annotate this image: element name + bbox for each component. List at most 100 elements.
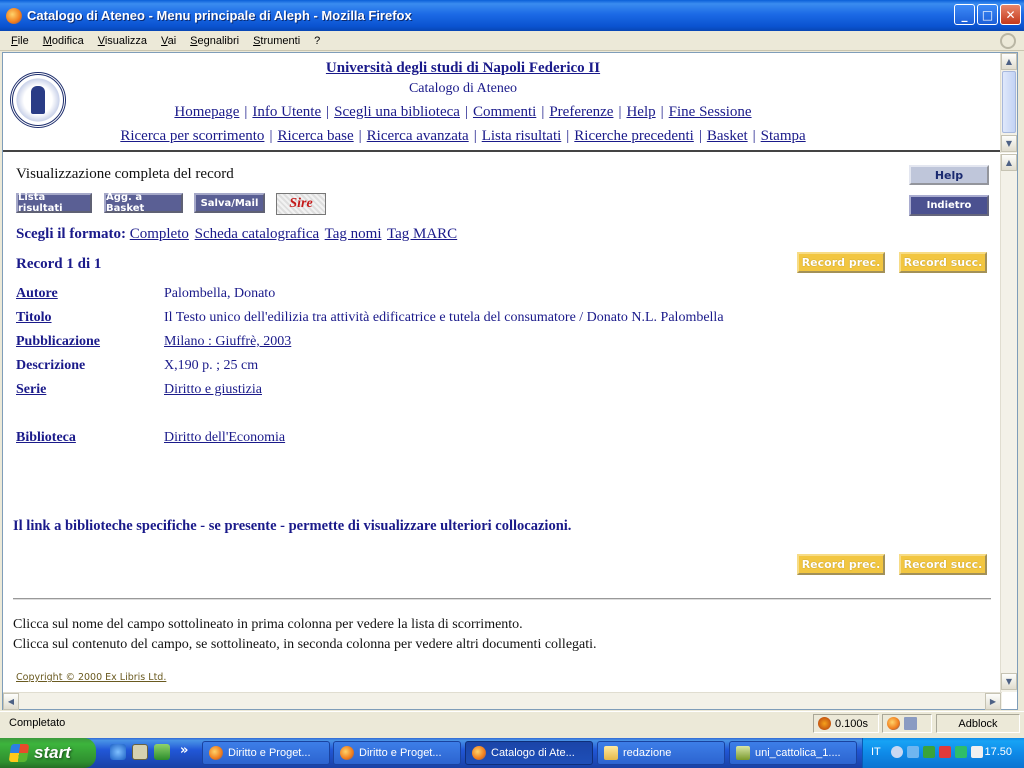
start-label: start <box>34 743 71 762</box>
menu-file[interactable]: File <box>4 35 36 47</box>
internet-explorer-icon[interactable] <box>110 744 126 760</box>
field-label-pubblicazione[interactable]: Pubblicazione <box>16 334 100 350</box>
timing-cell: 0.100s <box>813 714 879 733</box>
menu-help[interactable]: ? <box>307 35 327 47</box>
language-indicator[interactable]: IT <box>871 746 881 758</box>
firefox-icon <box>6 7 22 24</box>
media-player-icon[interactable] <box>132 744 148 760</box>
nav-ricerca-base[interactable]: Ricerca base <box>277 128 353 144</box>
task-label: redazione <box>623 747 672 759</box>
menu-visualizza[interactable]: Visualizza <box>91 35 154 47</box>
task-label: Diritto e Proget... <box>359 747 442 759</box>
maximize-button[interactable]: □ <box>977 4 998 25</box>
tray-expand-icon[interactable] <box>891 746 903 758</box>
nav-scegli-biblioteca[interactable]: Scegli una biblioteca <box>334 104 460 120</box>
task-diritto-1[interactable]: Diritto e Proget... <box>202 741 330 765</box>
nav-basket[interactable]: Basket <box>707 128 748 144</box>
firefox-icon <box>340 746 354 760</box>
network-icon[interactable] <box>907 746 919 758</box>
nav-fine-sessione[interactable]: Fine Sessione <box>669 104 752 120</box>
system-tray: IT 17.50 <box>862 738 1024 768</box>
task-uni-cattolica[interactable]: uni_cattolica_1.... <box>729 741 857 765</box>
field-value-pubblicazione[interactable]: Milano : Giuffrè, 2003 <box>164 334 291 350</box>
university-name-link[interactable]: Università degli studi di Napoli Federic… <box>3 60 923 77</box>
nav-preferenze[interactable]: Preferenze <box>549 104 613 120</box>
scroll-right-arrow-icon[interactable]: ▶ <box>985 693 1001 710</box>
minimize-button[interactable]: _ <box>954 4 975 25</box>
close-button[interactable]: ✕ <box>1000 4 1021 25</box>
security-icon[interactable] <box>923 746 935 758</box>
task-catalogo-active[interactable]: Catalogo di Ate... <box>465 741 593 765</box>
page-info-icon[interactable] <box>904 717 917 730</box>
scroll-down-arrow-icon[interactable]: ▼ <box>1001 135 1017 152</box>
copyright-link[interactable]: Copyright © 2000 Ex Libris Ltd. <box>16 672 166 683</box>
field-label-titolo[interactable]: Titolo <box>16 310 52 326</box>
menu-segnalibri[interactable]: Segnalibri <box>183 35 246 47</box>
format-tag-marc-link[interactable]: Tag MARC <box>387 226 457 242</box>
nav-separator: | <box>326 104 330 120</box>
field-label-biblioteca[interactable]: Biblioteca <box>16 430 76 446</box>
start-button[interactable]: start <box>0 738 96 768</box>
field-value-titolo: Il Testo unico dell'edilizia tra attivit… <box>164 310 724 325</box>
nav-stampa[interactable]: Stampa <box>761 128 806 144</box>
add-to-basket-button[interactable]: Agg. a Basket <box>104 192 183 214</box>
window-title-bar[interactable]: Catalogo di Ateneo - Menu principale di … <box>0 0 1024 31</box>
nav-separator: | <box>269 128 273 144</box>
quicklaunch-overflow-chevron-icon[interactable]: » <box>180 743 188 758</box>
monitor-icon[interactable] <box>971 746 983 758</box>
record-prev-button-top[interactable]: Record prec. <box>797 252 885 273</box>
record-frame: Visualizzazione completa del record List… <box>3 154 1001 692</box>
nav-commenti[interactable]: Commenti <box>473 104 536 120</box>
field-label-autore[interactable]: Autore <box>16 286 58 302</box>
sire-button[interactable]: Sire <box>276 193 326 215</box>
field-label-descrizione: Descrizione <box>16 358 86 373</box>
field-value-biblioteca[interactable]: Diritto dell'Economia <box>164 430 285 446</box>
nav-separator: | <box>752 128 756 144</box>
menu-bar: File Modifica Visualizza Vai Segnalibri … <box>0 31 1024 51</box>
lista-risultati-button[interactable]: Lista risultati <box>16 192 92 214</box>
scroll-down-arrow-icon[interactable]: ▼ <box>1001 673 1017 690</box>
volume-icon[interactable] <box>955 746 967 758</box>
record-next-button-top[interactable]: Record succ. <box>899 252 987 273</box>
menu-modifica[interactable]: Modifica <box>36 35 91 47</box>
nav-ricerca-scorrimento[interactable]: Ricerca per scorrimento <box>120 128 264 144</box>
nav-ricerche-precedenti[interactable]: Ricerche precedenti <box>574 128 694 144</box>
scroll-up-arrow-icon[interactable]: ▲ <box>1001 53 1017 70</box>
music-icon[interactable] <box>154 744 170 760</box>
nav-separator: | <box>698 128 702 144</box>
save-mail-button[interactable]: Salva/Mail <box>194 193 265 213</box>
record-next-button-bottom[interactable]: Record succ. <box>899 554 987 575</box>
header-scrollbar[interactable]: ▲ ▼ <box>1000 53 1017 153</box>
scroll-left-arrow-icon[interactable]: ◀ <box>3 693 19 710</box>
task-redazione[interactable]: redazione <box>597 741 725 765</box>
help-button[interactable]: Help <box>909 165 989 185</box>
horizontal-scrollbar[interactable]: ◀ ▶ <box>3 692 1002 710</box>
record-scrollbar[interactable]: ▲ ▼ <box>1000 154 1017 692</box>
nav-help[interactable]: Help <box>626 104 655 120</box>
image-file-icon <box>736 746 750 760</box>
nav-lista-risultati[interactable]: Lista risultati <box>482 128 562 144</box>
adblock-button[interactable]: Adblock <box>936 714 1020 733</box>
task-diritto-2[interactable]: Diritto e Proget... <box>333 741 461 765</box>
scroll-up-arrow-icon[interactable]: ▲ <box>1001 154 1017 171</box>
nav-homepage[interactable]: Homepage <box>174 104 239 120</box>
nav-info-utente[interactable]: Info Utente <box>252 104 321 120</box>
menu-vai[interactable]: Vai <box>154 35 183 47</box>
nav-separator: | <box>464 104 468 120</box>
nav-ricerca-avanzata[interactable]: Ricerca avanzata <box>367 128 469 144</box>
menu-strumenti[interactable]: Strumenti <box>246 35 307 47</box>
shield-icon[interactable] <box>939 746 951 758</box>
field-label-serie[interactable]: Serie <box>16 382 46 398</box>
format-completo-link[interactable]: Completo <box>130 226 189 242</box>
window-controls: _ □ ✕ <box>954 4 1021 25</box>
browser-viewport: Università degli studi di Napoli Federic… <box>2 52 1018 710</box>
format-tag-nomi-link[interactable]: Tag nomi <box>325 226 382 242</box>
format-scheda-link[interactable]: Scheda catalografica <box>195 226 320 242</box>
field-value-serie[interactable]: Diritto e giustizia <box>164 382 262 398</box>
scroll-thumb[interactable] <box>1002 71 1016 133</box>
window-title: Catalogo di Ateneo - Menu principale di … <box>27 8 412 23</box>
back-button[interactable]: Indietro <box>909 195 989 216</box>
record-prev-button-bottom[interactable]: Record prec. <box>797 554 885 575</box>
firefox-icon[interactable] <box>887 717 900 730</box>
format-selector: Scegli il formato: Completo Scheda catal… <box>16 226 459 243</box>
